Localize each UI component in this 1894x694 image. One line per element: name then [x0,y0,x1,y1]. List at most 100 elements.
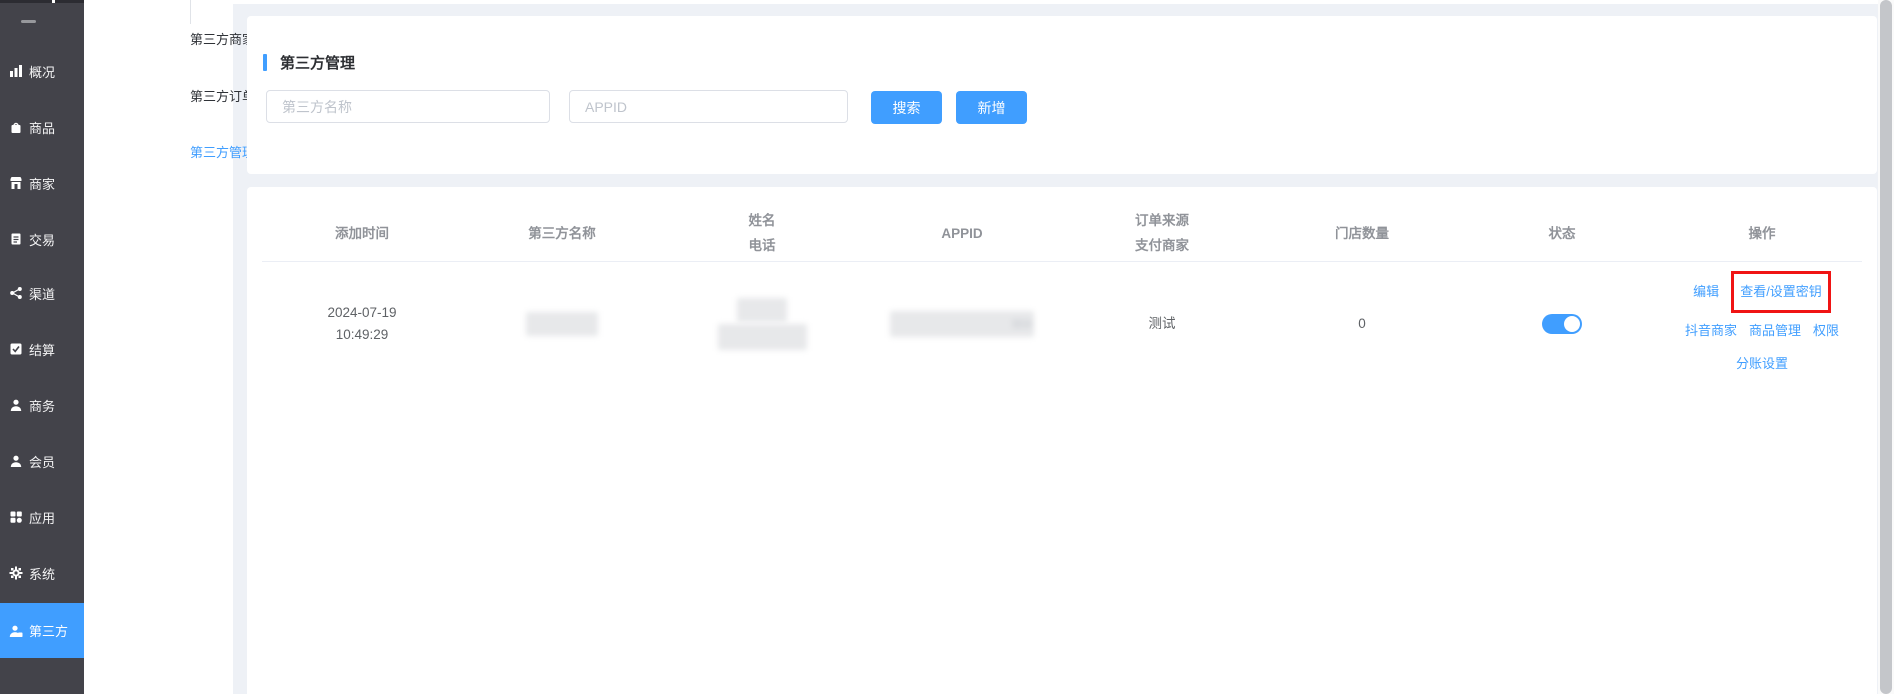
appid-input[interactable] [569,90,848,123]
sidebar-item-overview[interactable]: 概况 [0,57,84,85]
submenu-item-label: 第三方管理 [190,145,255,160]
row-date: 2024-07-19 [327,302,396,324]
redacted-contact-name [737,298,787,322]
toggle-knob [1564,316,1580,332]
status-toggle[interactable] [1542,314,1582,334]
column-header-label: 支付商家 [1135,233,1189,258]
submenu-item-thirdparty-merchants[interactable]: 第三方商家 [190,27,255,53]
action-line-3: 分账设置 [1736,348,1788,380]
action-line-1: 编辑 查看/设置密钥 [1693,269,1831,315]
douyin-merchant-link[interactable]: 抖音商家 [1685,320,1737,342]
sidebar-item-merchant[interactable]: 商家 [0,169,84,197]
search-panel: 第三方管理 搜索 新增 [247,16,1877,174]
channel-share-icon [9,286,23,300]
column-header-label: 订单来源 [1135,208,1189,233]
main-sidebar: 概况 商品 商家 交易 渠道 结算 商务 会员 [0,0,84,694]
column-header-label: 操作 [1749,221,1776,246]
table-panel: 添加时间 第三方名称 姓名电话 APPID 订单来源支付商家 门店数量 状态 操… [247,187,1877,694]
business-person-icon [9,398,23,412]
sidebar-item-label: 渠道 [29,284,55,303]
redacted-appid: 904 [890,311,1034,337]
submenu-item-thirdparty-management[interactable]: 第三方管理 [190,140,255,166]
cell-store-count: 0 [1262,262,1462,386]
cell-thirdparty-name [462,262,662,386]
cell-appid: 904 [862,262,1062,386]
column-header-label: 电话 [749,233,776,258]
top-white-sliver [233,0,1878,4]
sidebar-item-channel[interactable]: 渠道 [0,279,84,307]
column-header-thirdparty-name: 第三方名称 [462,205,662,261]
sidebar-item-system[interactable]: 系统 [0,559,84,587]
sidebar-item-apps[interactable]: 应用 [0,503,84,531]
member-person-icon [9,454,23,468]
column-header-actions: 操作 [1662,205,1862,261]
highlight-red-box: 查看/设置密钥 [1731,271,1831,313]
column-header-appid: APPID [862,205,1062,261]
action-line-2: 抖音商家 商品管理 权限 [1685,315,1839,348]
add-button[interactable]: 新增 [956,91,1027,124]
apps-grid-icon [9,510,23,524]
submenu-item-thirdparty-orders[interactable]: 第三方订单 [190,84,255,110]
column-header-order-source: 订单来源支付商家 [1062,205,1262,261]
panel-title-accent-bar [263,54,267,71]
thirdparty-person-icon [9,624,23,638]
view-set-secret-link[interactable]: 查看/设置密钥 [1740,281,1822,303]
cell-status [1462,262,1662,386]
column-header-label: 门店数量 [1335,221,1389,246]
table-row: 2024-07-19 10:49:29 904 测试 0 [262,262,1862,386]
column-header-label: 添加时间 [335,221,389,246]
app-screen: 概况 商品 商家 交易 渠道 结算 商务 会员 [0,0,1894,694]
overview-chart-icon [9,64,23,78]
sub-sidebar: 第三方商家 第三方订单 第三方管理 [84,0,233,694]
sidebar-item-settlement[interactable]: 结算 [0,335,84,363]
split-settings-link[interactable]: 分账设置 [1736,353,1788,375]
column-header-label: 第三方名称 [528,221,596,246]
store-count-value: 0 [1358,313,1366,335]
sidebar-item-label: 商家 [29,174,55,193]
column-header-label: APPID [941,221,982,246]
row-time: 10:49:29 [336,324,389,346]
merchant-store-icon [9,176,23,190]
cell-name-phone [662,262,862,386]
sidebar-item-label: 概况 [29,62,55,81]
submenu-item-label: 第三方商家 [190,32,255,47]
redacted-thirdparty-name [526,312,598,336]
appid-visible-tail: 904 [1012,313,1034,335]
sidebar-item-label: 会员 [29,452,55,471]
settlement-check-icon [9,342,23,356]
sidebar-item-label: 商品 [29,118,55,137]
sidebar-item-trade[interactable]: 交易 [0,225,84,253]
column-header-add-time: 添加时间 [262,205,462,261]
trade-document-icon [9,232,23,246]
sidebar-item-goods[interactable]: 商品 [0,113,84,141]
sidebar-item-label: 商务 [29,396,55,415]
collapsed-logo-dash [21,20,36,23]
cell-add-time: 2024-07-19 10:49:29 [262,262,462,386]
cell-actions: 编辑 查看/设置密钥 抖音商家 商品管理 权限 分账设置 [1662,262,1862,386]
order-source-value: 测试 [1149,313,1176,335]
goods-bag-icon [9,120,23,134]
submenu-item-label: 第三方订单 [190,89,255,104]
page-title: 第三方管理 [280,52,355,73]
edit-link[interactable]: 编辑 [1693,281,1719,303]
column-header-name-phone: 姓名电话 [662,205,862,261]
submenu-top-divider [190,0,191,24]
table-header-row: 添加时间 第三方名称 姓名电话 APPID 订单来源支付商家 门店数量 状态 操… [262,205,1862,261]
column-header-store-count: 门店数量 [1262,205,1462,261]
redacted-contact-phone [718,324,807,350]
sidebar-item-label: 应用 [29,508,55,527]
sidebar-item-label: 交易 [29,230,55,249]
sidebar-item-label: 结算 [29,340,55,359]
sidebar-item-member[interactable]: 会员 [0,447,84,475]
sidebar-item-business[interactable]: 商务 [0,391,84,419]
goods-management-link[interactable]: 商品管理 [1749,320,1801,342]
sidebar-item-label: 第三方 [29,621,68,640]
vertical-scrollbar-thumb[interactable] [1880,0,1892,694]
thirdparty-name-input[interactable] [266,90,550,123]
column-header-label: 姓名 [749,208,776,233]
cell-order-source: 测试 [1062,262,1262,386]
permissions-link[interactable]: 权限 [1813,320,1839,342]
sidebar-item-thirdparty[interactable]: 第三方 [0,603,84,658]
search-button[interactable]: 搜索 [871,91,942,124]
column-header-status: 状态 [1462,205,1662,261]
